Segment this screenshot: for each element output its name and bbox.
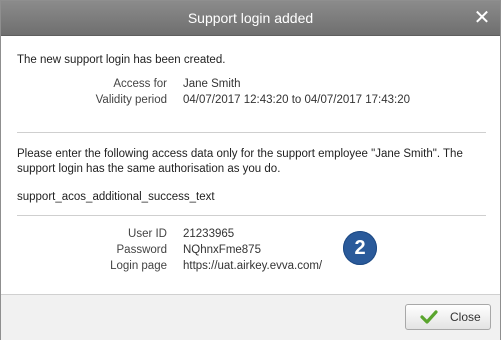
- login-page-label: Login page: [110, 260, 167, 272]
- additional-text: support_acos_additional_success_text: [17, 191, 215, 203]
- close-button-label: Close: [450, 310, 481, 324]
- dialog-title: Support login added: [187, 10, 314, 26]
- validity-period-value: 04/07/2017 12:43:20 to 04/07/2017 17:43:…: [183, 94, 411, 106]
- intro-text: The new support login has been created.: [17, 54, 226, 66]
- instructions-text: Please enter the following access data o…: [17, 148, 463, 175]
- access-for-value: Jane Smith: [183, 78, 241, 90]
- dialog-footer: Close: [1, 294, 500, 340]
- password-label: Password: [116, 244, 168, 256]
- password-value: NQhnxFme875: [183, 244, 261, 256]
- user-id-value: 21233965: [183, 228, 235, 240]
- access-for-label: Access for: [113, 78, 167, 90]
- separator: [17, 215, 486, 216]
- check-icon: [420, 309, 438, 328]
- step-number-badge: 2: [343, 231, 377, 265]
- dialog-titlebar: Support login added ✕: [1, 1, 500, 36]
- user-id-label: User ID: [128, 228, 167, 240]
- separator: [17, 132, 486, 133]
- close-icon[interactable]: ✕: [470, 6, 494, 30]
- validity-period-label: Validity period: [95, 94, 167, 106]
- login-page-value: https://uat.airkey.evva.com/: [183, 260, 323, 272]
- close-button[interactable]: Close: [405, 304, 491, 330]
- support-login-dialog: Support login added ✕ The new support lo…: [0, 0, 501, 340]
